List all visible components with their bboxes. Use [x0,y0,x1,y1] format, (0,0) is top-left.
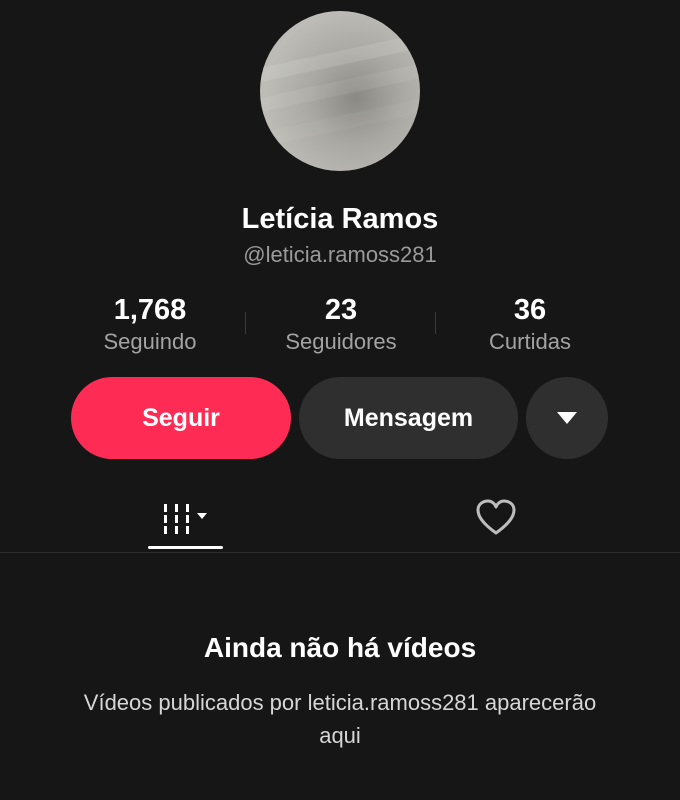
tab-liked[interactable] [458,488,534,548]
stat-likes-label: Curtidas [489,329,571,354]
stat-following[interactable]: 1,768 Seguindo [50,292,250,356]
empty-state-title: Ainda não há vídeos [203,632,477,663]
tab-active-indicator [148,546,223,549]
video-grid-icon [164,504,207,534]
stat-followers[interactable]: 23 Seguidores [241,292,441,356]
empty-state-description: Vídeos publicados por leticia.ramoss281 … [83,690,597,748]
follow-button[interactable]: Seguir [71,377,291,459]
caret-down-icon [557,412,577,424]
stat-followers-count: 23 [324,294,358,326]
profile-name: Letícia Ramos [241,203,439,235]
avatar[interactable] [260,11,420,171]
stat-likes-count: 36 [513,294,547,326]
stat-following-label: Seguindo [103,329,197,354]
heart-icon [476,499,516,535]
stat-followers-label: Seguidores [285,329,397,354]
profile-handle: @leticia.ramoss281 [243,242,437,267]
stat-likes[interactable]: 36 Curtidas [430,292,630,356]
tab-videos[interactable] [148,488,224,548]
tabs-divider [0,552,680,553]
more-options-button[interactable] [526,377,608,459]
stat-following-count: 1,768 [113,294,187,326]
message-button[interactable]: Mensagem [299,377,518,459]
